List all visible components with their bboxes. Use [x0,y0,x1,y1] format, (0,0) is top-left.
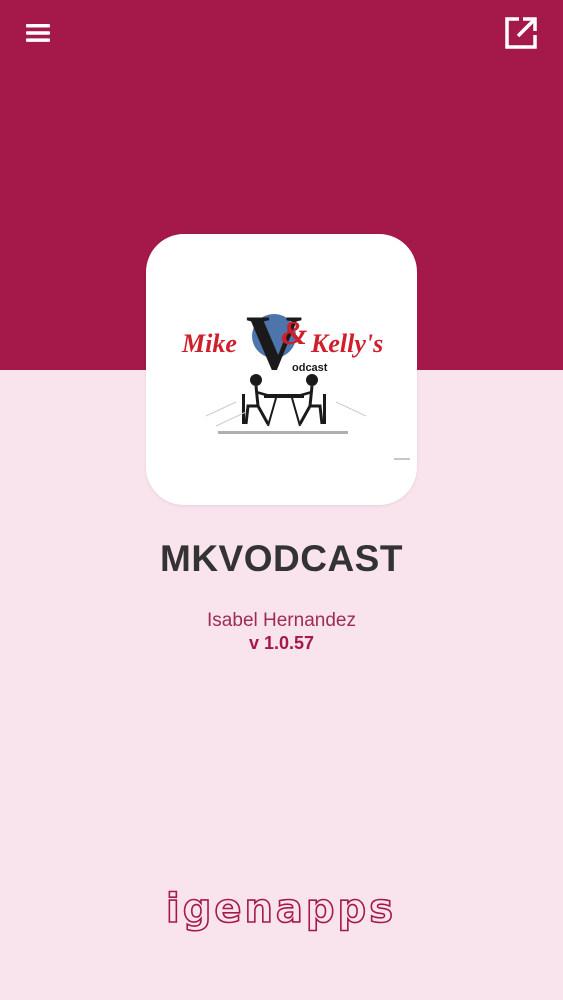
logo-text-right: Kelly's [310,329,383,358]
hamburger-menu-icon [26,24,50,42]
app-logo-image: V Mike & Kelly's odcast [181,299,410,460]
app-icon: V Mike & Kelly's odcast [146,234,417,505]
logo-ampersand: & [281,315,308,352]
brand-logo-text: igenapps [166,886,396,932]
app-version: v 1.0.57 [248,633,315,653]
app-author: Isabel Hernandez [207,610,356,631]
igenapps-logo: igenapps [165,885,396,933]
app-title: MKVODCAST [160,538,403,579]
logo-text-left: Mike [181,329,237,358]
open-external-button[interactable] [502,14,540,52]
external-link-icon [505,17,537,49]
menu-button[interactable] [22,18,54,48]
logo-sub: odcast [292,362,328,374]
